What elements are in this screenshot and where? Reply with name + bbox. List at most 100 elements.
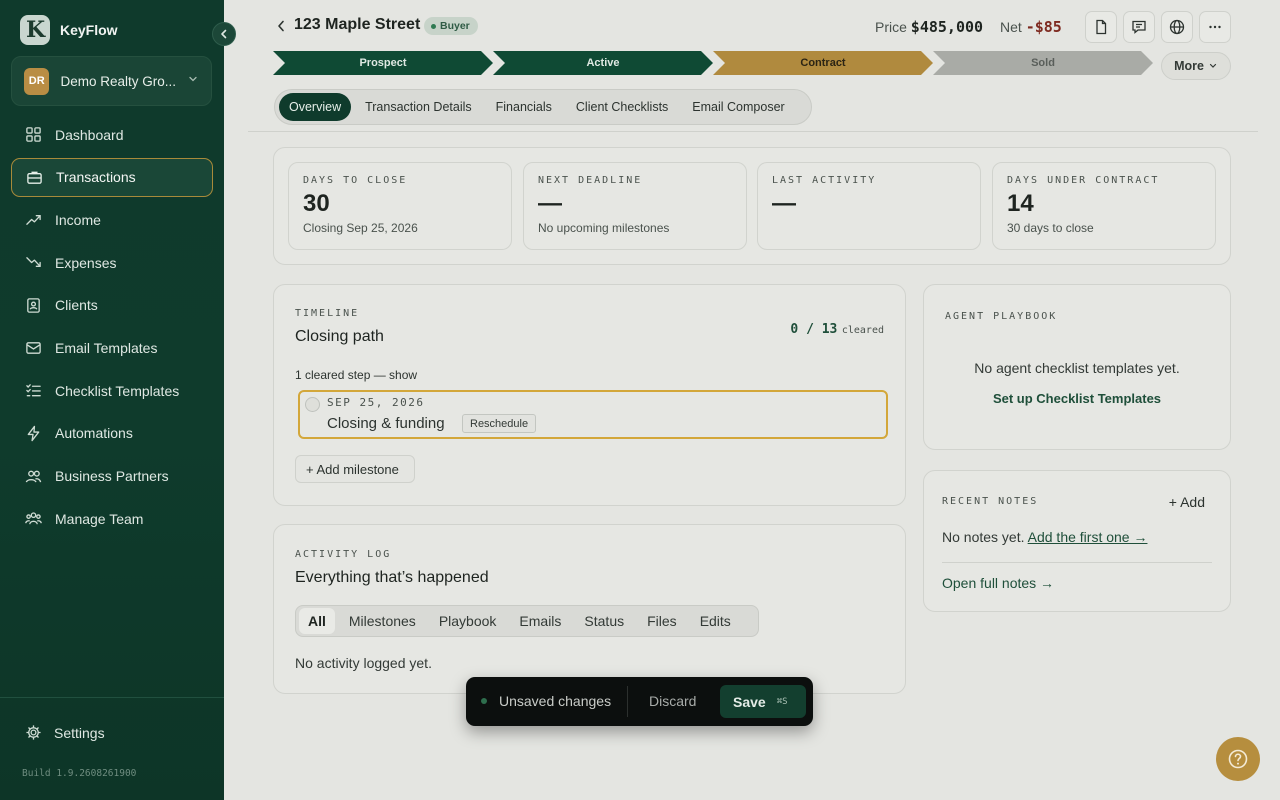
filter-emails[interactable]: Emails [510,608,570,634]
header-divider [248,131,1258,132]
settings-label: Settings [54,724,105,741]
add-note-button[interactable]: + Add [1169,494,1205,510]
sidebar-item-checklist-templates[interactable]: Checklist Templates [11,371,213,410]
help-icon [1228,749,1248,769]
role-badge: Buyer [424,17,478,35]
status-dot [481,698,487,704]
keyflow-logo: K [20,15,50,45]
filter-playbook[interactable]: Playbook [430,608,506,634]
milestone-name: Closing & funding [327,415,445,432]
web-button[interactable] [1161,11,1193,43]
activity-label: ACTIVITY LOG [295,549,392,560]
stage-contract[interactable]: Contract [713,51,933,75]
playbook-card: AGENT PLAYBOOK No agent checklist templa… [923,284,1231,450]
sidebar-item-transactions[interactable]: Transactions [11,157,213,197]
tab-transaction-details[interactable]: Transaction Details [355,93,482,121]
tab-overview[interactable]: Overview [279,93,352,121]
brand[interactable]: K KeyFlow [20,15,118,45]
build-version: Build 1.9.2608261900 [22,768,137,779]
sidebar-item-settings[interactable]: Settings [25,724,105,741]
messages-button[interactable] [1123,11,1155,43]
tab-email-composer[interactable]: Email Composer [682,93,794,121]
sidebar: K KeyFlow DR Demo Realty Gro... Dashboar… [0,0,236,800]
trend-down-icon [26,257,41,268]
add-first-note-link[interactable]: Add the first one → [1028,529,1148,545]
partners-icon [25,470,42,482]
sidebar-item-label: Email Templates [55,339,158,356]
setup-checklist-link[interactable]: Set up Checklist Templates [924,391,1230,406]
sidebar-item-automations[interactable]: Automations [11,414,213,453]
sidebar-item-label: Transactions [56,169,136,186]
filter-all[interactable]: All [299,608,335,634]
team-icon [25,512,42,525]
playbook-label: AGENT PLAYBOOK [945,311,1058,322]
more-actions-button[interactable] [1199,11,1231,43]
stage-active[interactable]: Active [493,51,713,75]
stat-label: DAYS TO CLOSE [303,175,408,186]
page-header: 123 Maple Street Buyer Price $485,000 Ne… [224,0,1280,52]
filter-edits[interactable]: Edits [691,608,740,634]
stat-label: NEXT DEADLINE [538,175,643,186]
notes-divider [942,562,1212,563]
save-label: Save [733,693,766,710]
help-button[interactable] [1216,737,1260,781]
documents-button[interactable] [1085,11,1117,43]
stat-sub: No upcoming milestones [538,221,670,235]
contacts-icon [27,297,40,313]
brand-name: KeyFlow [60,22,118,38]
org-avatar: DR [24,67,50,95]
sidebar-item-label: Clients [55,297,98,314]
sidebar-item-income[interactable]: Income [11,200,213,239]
filter-status[interactable]: Status [575,608,633,634]
notes-card: RECENT NOTES + Add No notes yet. Add the… [923,470,1231,612]
price-value: $485,000 [910,18,984,36]
unsaved-label: Unsaved changes [499,693,612,709]
stat-next-deadline: NEXT DEADLINE — No upcoming milestones [523,162,747,250]
filter-files[interactable]: Files [638,608,686,634]
stat-value: 14 [1007,190,1034,217]
sidebar-item-expenses[interactable]: Expenses [11,243,213,282]
back-arrow-icon[interactable] [275,18,287,34]
stage-prospect[interactable]: Prospect [273,51,493,75]
milestone-date: SEP 25, 2026 [327,396,425,409]
add-milestone-button[interactable]: + Add milestone [295,455,415,483]
grid-icon [26,127,41,142]
tab-client-checklists[interactable]: Client Checklists [566,93,678,121]
sidebar-item-dashboard[interactable]: Dashboard [11,115,213,154]
sidebar-item-email-templates[interactable]: Email Templates [11,328,213,367]
chevron-down-icon [1209,63,1217,68]
stage-sold[interactable]: Sold [933,51,1153,75]
chevron-down-icon [187,72,199,90]
open-full-notes-link[interactable]: Open full notes → [942,575,1054,591]
filter-milestones[interactable]: Milestones [340,608,425,634]
timeline-label: TIMELINE [295,308,360,319]
collapse-sidebar-button[interactable] [212,22,236,46]
sidebar-item-label: Manage Team [55,510,144,527]
page-title: 123 Maple Street [294,16,421,33]
count-suffix: cleared [841,325,884,336]
sidebar-item-business-partners[interactable]: Business Partners [11,457,213,496]
stat-days-under-contract: DAYS UNDER CONTRACT 14 30 days to close [992,162,1216,250]
tab-financials[interactable]: Financials [486,93,562,121]
show-cleared-toggle[interactable]: 1 cleared step — show [295,368,417,382]
milestone-row[interactable]: SEP 25, 2026 Closing & funding Reschedul… [298,390,888,439]
sidebar-item-label: Automations [55,425,133,442]
more-stages-button[interactable]: More [1161,52,1231,80]
sidebar-item-manage-team[interactable]: Manage Team [11,499,213,538]
sidebar-item-clients[interactable]: Clients [11,286,213,325]
reschedule-button[interactable]: Reschedule [462,414,537,433]
milestone-checkbox[interactable] [305,397,320,412]
stat-sub: Closing Sep 25, 2026 [303,221,418,235]
sidebar-item-label: Business Partners [55,468,169,484]
badge-label: Buyer [440,20,470,32]
save-button[interactable]: Save ⌘S [720,685,806,718]
badge-dot [431,23,436,29]
discard-button[interactable]: Discard [649,693,696,709]
savebar-divider [627,686,628,717]
trend-up-icon [26,215,41,226]
sidebar-item-label: Checklist Templates [55,382,180,399]
message-icon [1132,20,1146,34]
notes-empty: No notes yet. Add the first one → [942,529,1147,545]
org-switcher[interactable]: DR Demo Realty Gro... [11,56,212,106]
bolt-icon [27,425,40,442]
